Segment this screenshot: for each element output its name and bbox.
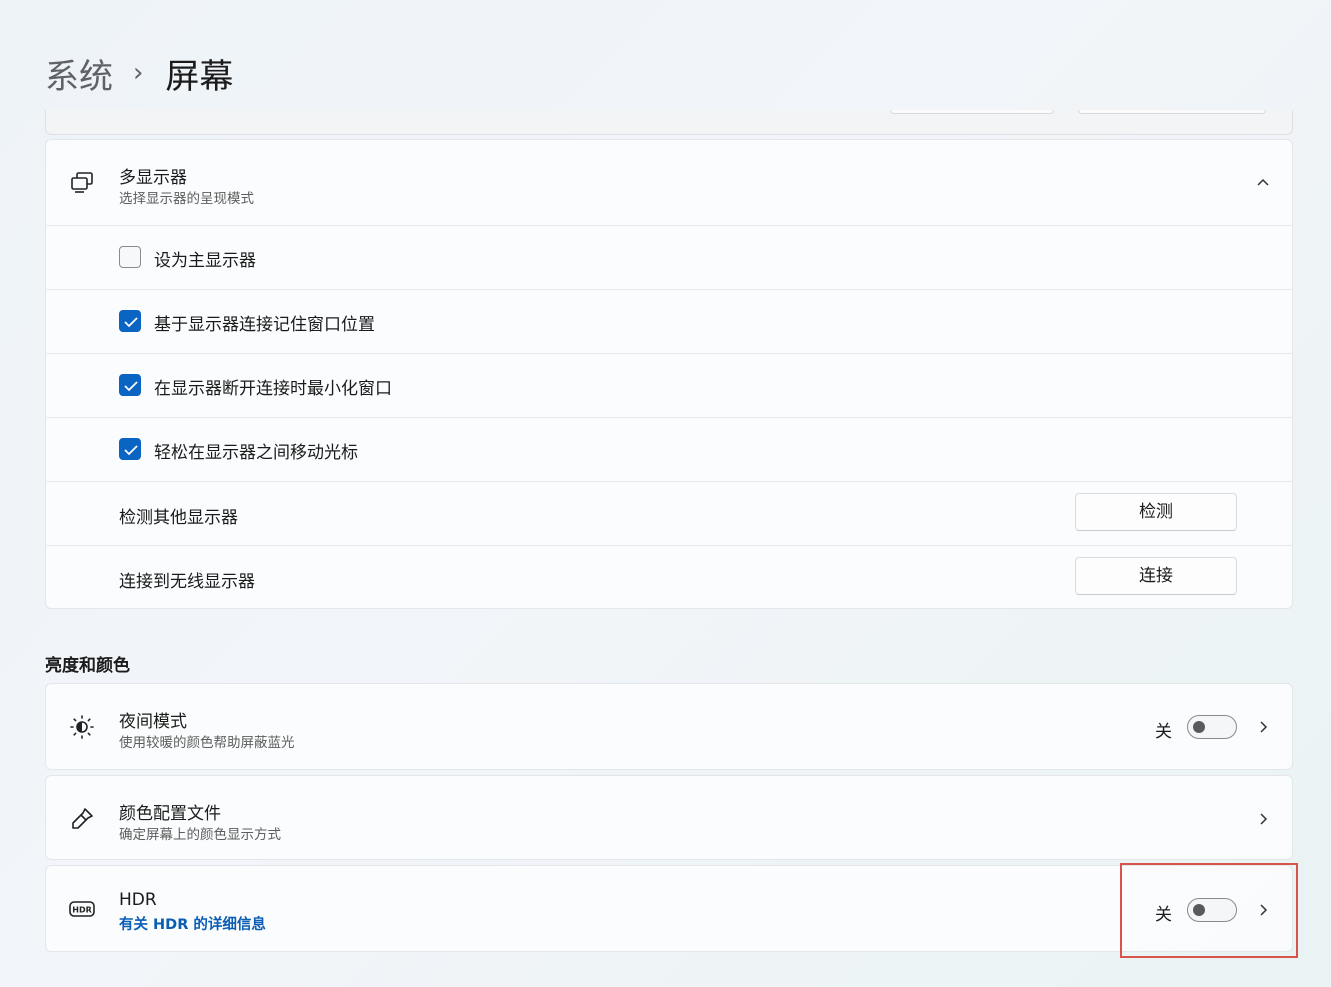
color-profile-subtitle: 确定屏幕上的颜色显示方式 bbox=[119, 827, 281, 843]
wireless-label: 连接到无线显示器 bbox=[119, 572, 255, 592]
option-label: 轻松在显示器之间移动光标 bbox=[154, 443, 358, 463]
night-light-icon bbox=[70, 715, 94, 739]
hdr-info-link[interactable]: 有关 HDR 的详细信息 bbox=[119, 913, 266, 934]
option-row-remember[interactable]: 基于显示器连接记住窗口位置 bbox=[46, 289, 1292, 353]
night-mode-toggle[interactable] bbox=[1187, 715, 1237, 739]
eyedropper-icon bbox=[72, 808, 93, 829]
page-title: 屏幕 bbox=[165, 56, 234, 97]
night-mode-card[interactable]: 夜间模式 使用较暖的颜色帮助屏蔽蓝光 关 bbox=[45, 683, 1293, 770]
hdr-title: HDR bbox=[119, 890, 157, 910]
primary-display-checkbox[interactable] bbox=[119, 246, 141, 268]
option-label: 设为主显示器 bbox=[154, 251, 256, 271]
checkmark-icon bbox=[124, 381, 138, 392]
breadcrumb: 系统 › 屏幕 bbox=[45, 49, 234, 98]
night-mode-subtitle: 使用较暖的颜色帮助屏蔽蓝光 bbox=[119, 735, 295, 751]
breadcrumb-parent[interactable]: 系统 bbox=[45, 49, 113, 98]
option-row-primary[interactable]: 设为主显示器 bbox=[46, 225, 1292, 289]
color-profile-title: 颜色配置文件 bbox=[119, 804, 221, 824]
chevron-up-icon[interactable] bbox=[1256, 175, 1270, 189]
option-label: 在显示器断开连接时最小化窗口 bbox=[154, 379, 392, 399]
highlight-box bbox=[1120, 863, 1298, 958]
checkmark-icon bbox=[124, 317, 138, 328]
multi-display-card: 多显示器 选择显示器的呈现模式 设为主显示器 基于显示器连接记住窗口位置 在显示… bbox=[45, 139, 1293, 609]
multi-monitor-icon bbox=[71, 172, 93, 193]
night-mode-title: 夜间模式 bbox=[119, 712, 187, 732]
multi-display-subtitle: 选择显示器的呈现模式 bbox=[119, 191, 254, 207]
wireless-row: 连接到无线显示器 连接 bbox=[46, 545, 1292, 609]
connect-button[interactable]: 连接 bbox=[1075, 557, 1237, 595]
minimize-windows-checkbox[interactable] bbox=[119, 374, 141, 396]
settings-scroll-area[interactable]: 多显示器 选择显示器的呈现模式 设为主显示器 基于显示器连接记住窗口位置 在显示… bbox=[0, 110, 1331, 987]
clipped-dropdown bbox=[1078, 110, 1266, 114]
clipped-card bbox=[45, 110, 1293, 135]
multi-display-header[interactable]: 多显示器 选择显示器的呈现模式 bbox=[46, 140, 1292, 225]
option-row-minimize[interactable]: 在显示器断开连接时最小化窗口 bbox=[46, 353, 1292, 417]
clipped-button bbox=[890, 110, 1054, 114]
option-label: 基于显示器连接记住窗口位置 bbox=[154, 315, 375, 335]
svg-text:HDR: HDR bbox=[72, 906, 92, 915]
chevron-right-icon[interactable] bbox=[1256, 720, 1270, 734]
breadcrumb-separator-icon: › bbox=[133, 58, 144, 88]
hdr-icon: HDR bbox=[69, 901, 95, 917]
night-mode-toggle-state: 关 bbox=[1155, 722, 1172, 742]
detect-row: 检测其他显示器 检测 bbox=[46, 481, 1292, 545]
detect-label: 检测其他显示器 bbox=[119, 508, 238, 528]
hdr-card[interactable]: HDR HDR 有关 HDR 的详细信息 关 bbox=[45, 865, 1293, 952]
color-profile-card[interactable]: 颜色配置文件 确定屏幕上的颜色显示方式 bbox=[45, 775, 1293, 860]
checkmark-icon bbox=[124, 445, 138, 456]
detect-button[interactable]: 检测 bbox=[1075, 493, 1237, 531]
ease-cursor-checkbox[interactable] bbox=[119, 438, 141, 460]
toggle-knob bbox=[1193, 721, 1205, 733]
multi-display-title: 多显示器 bbox=[119, 168, 187, 188]
remember-positions-checkbox[interactable] bbox=[119, 310, 141, 332]
option-row-cursor[interactable]: 轻松在显示器之间移动光标 bbox=[46, 417, 1292, 481]
brightness-section-title: 亮度和颜色 bbox=[45, 656, 130, 676]
chevron-right-icon[interactable] bbox=[1256, 812, 1270, 826]
